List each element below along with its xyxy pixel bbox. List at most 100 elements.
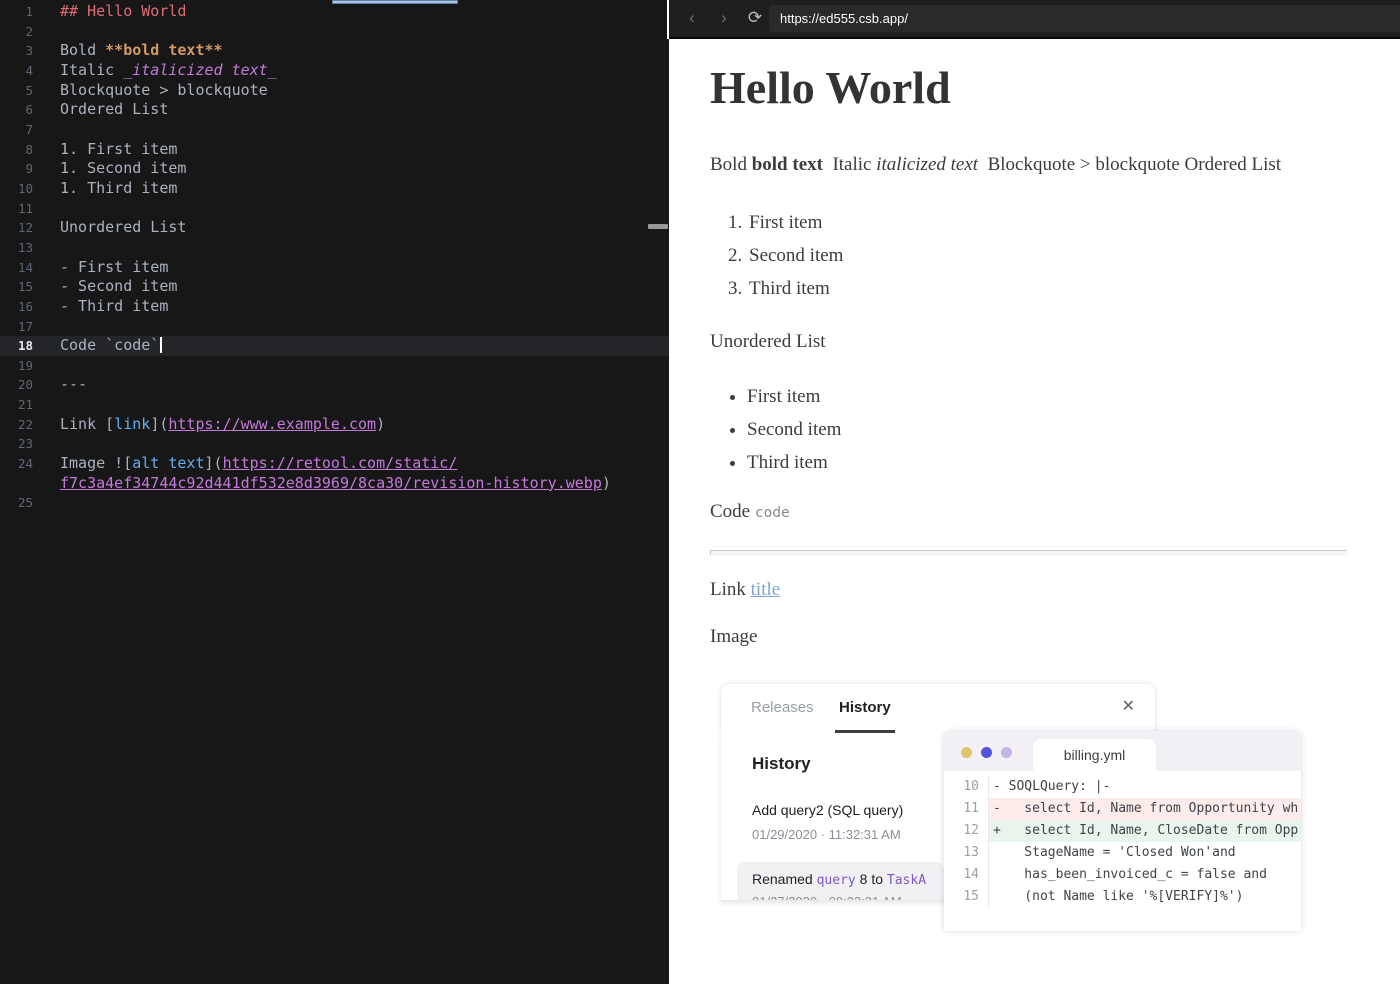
editor-line[interactable]: 6 Ordered List [0,100,669,120]
line-content: f7c3a4ef34744c92d441df532e8d3969/8ca30/r… [60,473,611,492]
back-icon[interactable]: ‹ [682,7,702,29]
editor-line[interactable]: f7c3a4ef34744c92d441df532e8d3969/8ca30/r… [0,474,669,494]
line-number: 15 [17,279,33,295]
editor-line[interactable]: 1 ## Hello World [0,2,669,22]
pane-divider [667,0,669,39]
markdown-editor-pane[interactable]: 1 ## Hello World 2 3 Bold **bold text** 4 Ital… [0,0,669,984]
image-tab-history: History [839,698,891,716]
intro-segment: Blockquote > blockquote Ordered List [978,153,1282,175]
history-entry-title: Add query2 (SQL query) [752,801,904,818]
line-number: 17 [17,318,33,334]
diff-line-text: - SOQLQuery: |- [993,778,1111,794]
line-content [33,238,60,258]
line-content [33,434,60,454]
horizontal-rule [710,549,1347,555]
editor-line[interactable]: 2 [0,22,669,42]
line-content: Italic _italicized text_ [60,60,277,79]
line-number: 7 [25,121,33,137]
line-content: Image ![alt text](https://retool.com/sta… [60,454,458,473]
line-content: 1. First item [60,139,178,158]
editor-line[interactable]: 24 Image ![alt text](https://retool.com/s… [0,454,669,474]
line-number: 13 [17,239,33,255]
line-content: Bold **bold text** [60,41,223,60]
diff-line-number: 13 [944,841,989,864]
rendered-markdown-preview: Hello World Bold bold text Italic italic… [669,39,1400,984]
editor-line[interactable]: 13 [0,238,669,258]
entry-text: to [871,870,887,887]
refresh-icon[interactable]: ⟳ [745,7,765,29]
diff-row: 12 + select Id, Name, CloseDate from Opp [944,819,1301,842]
url-bar[interactable]: https://ed555.csb.app/ [769,5,1400,32]
ordered-list-item: Second item [747,243,1347,270]
editor-line[interactable]: 20 --- [0,375,669,395]
ordered-list-item: First item [747,210,1347,237]
history-entry-time: 01/29/2020 · 11:32:31 AM [752,826,901,842]
intro-segment: bold text [751,153,823,175]
editor-line[interactable]: 19 [0,356,669,376]
line-number: 19 [17,357,33,373]
editor-line[interactable]: 9 1. Second item [0,159,669,179]
editor-line[interactable]: 22 Link [link](https://www.example.com) [0,415,669,435]
inline-code: code [754,504,790,521]
ordered-list-item: Third item [747,276,1347,303]
forward-icon[interactable]: › [714,7,734,29]
editor-line[interactable]: 21 [0,395,669,415]
diff-row: 15 (not Name like '%[VERIFY]%') [944,885,1301,908]
line-number: 10 [17,180,33,196]
history-entry-title: Renamed query 8 to TaskA [752,871,926,888]
editor-line[interactable]: 16 - Third item [0,297,669,317]
line-content [33,395,60,415]
line-number: 22 [17,416,33,432]
code-paragraph: Code code [710,501,1347,523]
editor-line[interactable]: 15 - Second item [0,277,669,297]
diff-code-area: 10- SOQLQuery: |- 11- select Id, Name fro… [944,771,1301,908]
editor-code-area[interactable]: 1 ## Hello World 2 3 Bold **bold text** 4 Ital… [0,2,669,513]
line-content: - Second item [60,277,178,296]
image-tabs-header: Releases History ✕ [721,683,1155,733]
editor-line[interactable]: 14 - First item [0,258,669,278]
editor-line[interactable]: 10 1. Third item [0,179,669,199]
line-content: 1. Third item [60,178,178,197]
title-link[interactable]: title [751,579,781,600]
split-drag-handle[interactable] [648,224,668,229]
unordered-list-item: First item [747,384,1347,411]
close-icon: ✕ [1121,697,1135,715]
link-label: Link [710,578,746,600]
intro-segment: Italic [822,153,877,175]
image-diff-panel: billing.yml 10- SOQLQuery: |- 11- select … [944,730,1301,931]
window-dot-icon [981,746,992,758]
entry-text: 8 [855,870,872,887]
editor-line[interactable]: 17 [0,317,669,337]
window-dot-icon [1001,746,1012,758]
unordered-list-label: Unordered List [710,330,826,352]
line-number: 11 [17,200,33,216]
editor-line[interactable]: 7 [0,120,669,140]
intro-paragraph: Bold bold text Italic italicized text Bl… [710,152,1347,179]
code-label: Code [710,500,751,522]
editor-line[interactable]: 23 [0,434,669,454]
line-content [33,120,60,140]
editor-line[interactable]: 12 Unordered List [0,218,669,238]
line-content: Unordered List [60,218,187,237]
editor-line[interactable]: 3 Bold **bold text** [0,41,669,61]
line-number [0,474,33,494]
text-cursor [160,337,163,354]
editor-line[interactable]: 4 Italic _italicized text_ [0,61,669,81]
embedded-image: Releases History ✕ History Add query2 (S… [721,683,1301,931]
line-content: Code `code` [33,336,163,356]
line-number: 18 [17,338,33,354]
link-paragraph: Link title [710,579,1347,601]
editor-line[interactable]: 25 [0,493,669,513]
diff-row: 14 has_been_invoiced_c = false and [944,863,1301,886]
line-content: Blockquote > blockquote [60,80,268,99]
diff-line-text: + select Id, Name, CloseDate from Opp [989,819,1301,842]
editor-line[interactable]: 8 1. First item [0,140,669,160]
line-content [33,22,60,42]
editor-line[interactable]: 11 [0,199,669,219]
editor-line[interactable]: 18 Code `code` [0,336,669,356]
diff-line-number: 15 [944,885,989,908]
diff-line-number: 14 [944,863,989,886]
browser-preview-pane: ‹ › ⟳ https://ed555.csb.app/ Hello World… [669,0,1400,984]
editor-line[interactable]: 5 Blockquote > blockquote [0,81,669,101]
line-number: 16 [17,298,33,314]
